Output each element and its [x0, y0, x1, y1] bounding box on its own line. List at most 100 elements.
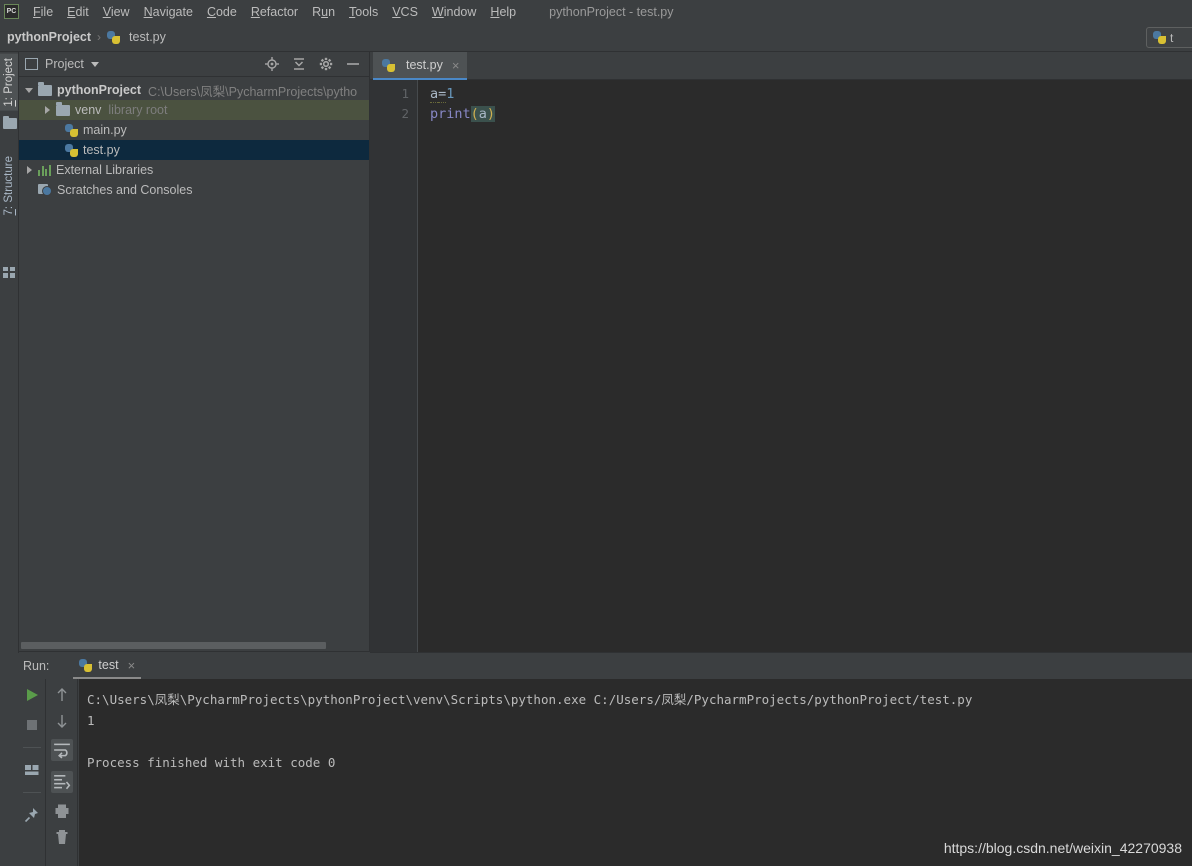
- tree-row-venv[interactable]: venv library root: [19, 100, 370, 120]
- tree-row-pythonproject[interactable]: pythonProject C:\Users\凤梨\PycharmProject…: [19, 80, 370, 100]
- line-number: 1: [401, 86, 409, 101]
- tree-row-test-py[interactable]: test.py: [19, 140, 370, 160]
- menu-help[interactable]: Help: [483, 3, 523, 21]
- project-tree: pythonProject C:\Users\凤梨\PycharmProject…: [19, 77, 370, 200]
- print-icon[interactable]: [54, 803, 70, 819]
- code-token-variable: a: [430, 86, 439, 103]
- chevron-down-icon[interactable]: [25, 86, 34, 95]
- folder-icon: [38, 82, 52, 96]
- soft-wrap-icon[interactable]: [50, 739, 73, 761]
- menu-bar: PC File Edit View Navigate Code Refactor…: [0, 0, 1192, 23]
- code-line-2: print(a): [430, 104, 1192, 124]
- code-token-number: 1: [446, 86, 455, 102]
- run-configuration-label: t: [1170, 30, 1174, 45]
- chevron-right-icon[interactable]: [43, 105, 52, 115]
- run-tab-test[interactable]: test ×: [73, 653, 142, 679]
- menu-run[interactable]: Run: [305, 3, 342, 21]
- tree-row-main-py[interactable]: main.py: [19, 120, 370, 140]
- project-window-icon: [25, 58, 38, 70]
- tree-label: pythonProject: [57, 83, 142, 97]
- editor-tab-test-py[interactable]: test.py ×: [373, 52, 468, 80]
- tree-detail: library root: [108, 103, 168, 117]
- code-token-function: print: [430, 106, 471, 122]
- trash-icon[interactable]: [54, 829, 70, 845]
- close-icon[interactable]: ×: [452, 58, 460, 73]
- code-editor[interactable]: a=1 print(a): [419, 80, 1192, 652]
- menu-file[interactable]: File: [26, 3, 60, 21]
- run-panel-label: Run:: [23, 659, 50, 673]
- chevron-right-icon[interactable]: [25, 165, 34, 175]
- run-configuration-selector[interactable]: t: [1146, 27, 1192, 48]
- arrow-down-icon[interactable]: [54, 713, 70, 729]
- project-tab-mnemonic: 1: [3, 100, 15, 107]
- breadcrumb-file[interactable]: test.py: [107, 30, 166, 44]
- code-token-close-paren: ): [486, 106, 496, 122]
- run-panel-header: Run: test ×: [19, 653, 1192, 679]
- folder-icon: [3, 115, 17, 129]
- window-title: pythonProject - test.py: [549, 4, 674, 19]
- libraries-icon: [38, 164, 51, 176]
- breadcrumb-file-label: test.py: [129, 30, 166, 44]
- structure-tab-mnemonic: 7: [3, 209, 15, 216]
- close-icon[interactable]: ×: [128, 658, 136, 673]
- tree-label: test.py: [83, 143, 120, 157]
- tree-detail: C:\Users\凤梨\PycharmProjects\pytho: [148, 84, 358, 99]
- line-number: 2: [401, 106, 409, 121]
- tree-label: External Libraries: [56, 163, 154, 177]
- menu-refactor[interactable]: Refactor: [244, 3, 305, 21]
- tree-label: main.py: [83, 123, 127, 137]
- editor-gutter[interactable]: 1 2: [370, 80, 418, 652]
- code-line-1: a=1: [430, 84, 1192, 104]
- menu-navigate[interactable]: Navigate: [137, 3, 200, 21]
- folder-icon: [56, 102, 70, 116]
- pin-icon[interactable]: [24, 807, 40, 823]
- editor-tab-bar: test.py ×: [370, 52, 1192, 80]
- tree-label: venv: [75, 103, 102, 117]
- python-file-icon: [382, 58, 395, 72]
- scroll-to-end-icon[interactable]: [50, 771, 73, 793]
- tree-row-scratches[interactable]: Scratches and Consoles: [19, 180, 370, 200]
- menu-view[interactable]: View: [96, 3, 137, 21]
- locate-target-icon[interactable]: [265, 57, 279, 71]
- layout-icon[interactable]: [24, 762, 40, 778]
- python-icon: [1153, 31, 1166, 44]
- tree-row-external-libraries[interactable]: External Libraries: [19, 160, 370, 180]
- structure-tab-label: : Structure: [3, 156, 15, 210]
- python-icon: [79, 658, 93, 672]
- menu-window[interactable]: Window: [425, 3, 483, 21]
- menu-tools[interactable]: Tools: [342, 3, 385, 21]
- pycharm-window: PC File Edit View Navigate Code Refactor…: [0, 0, 1192, 866]
- project-panel-toolbar: [265, 57, 364, 71]
- project-tool-window: Project pythonProject C:\Users\凤梨\Pychar…: [19, 52, 370, 652]
- menu-code[interactable]: Code: [200, 3, 244, 21]
- python-file-icon: [107, 30, 121, 44]
- run-toolbar-right: [46, 679, 78, 866]
- minimize-icon[interactable]: [346, 57, 360, 71]
- run-icon[interactable]: [24, 687, 40, 703]
- python-file-icon: [65, 143, 78, 157]
- sidebar-item-structure[interactable]: 7: Structure: [0, 152, 18, 219]
- editor-tab-label: test.py: [406, 58, 443, 72]
- menu-edit[interactable]: Edit: [60, 3, 96, 21]
- project-panel-header: Project: [19, 52, 370, 77]
- sidebar-item-project[interactable]: 1: Project: [0, 54, 18, 111]
- stop-icon[interactable]: [24, 717, 40, 733]
- project-hscroll-thumb[interactable]: [21, 642, 326, 649]
- console-line: Process finished with exit code 0: [87, 755, 336, 770]
- project-panel-divider: [19, 651, 370, 652]
- arrow-up-icon[interactable]: [54, 687, 70, 703]
- run-tab-label: test: [98, 658, 119, 672]
- chevron-down-icon[interactable]: [90, 61, 99, 67]
- code-token-open-paren: (: [470, 106, 479, 122]
- collapse-all-icon[interactable]: [292, 57, 306, 71]
- console-line: C:\Users\凤梨\PycharmProjects\pythonProjec…: [87, 692, 973, 707]
- menu-vcs[interactable]: VCS: [385, 3, 425, 21]
- watermark: https://blog.csdn.net/weixin_42270938: [943, 840, 1182, 856]
- gear-icon[interactable]: [319, 57, 333, 71]
- console-output[interactable]: C:\Users\凤梨\PycharmProjects\pythonProjec…: [79, 679, 1192, 866]
- code-token-argument: a: [478, 106, 487, 122]
- project-tab-label: : Project: [3, 58, 15, 101]
- run-toolbar-left: [19, 679, 46, 866]
- breadcrumb-project[interactable]: pythonProject: [7, 30, 91, 44]
